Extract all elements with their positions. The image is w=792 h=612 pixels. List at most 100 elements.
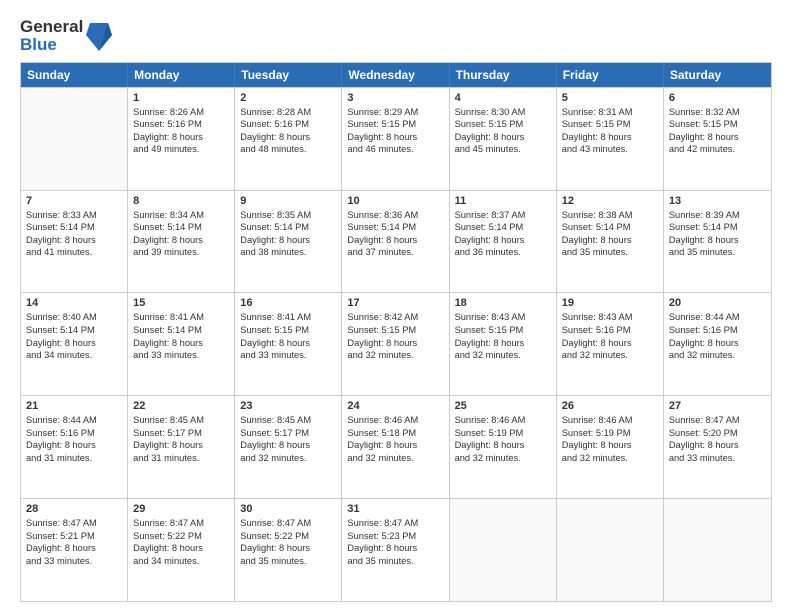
- calendar-cell: [557, 499, 664, 601]
- daylight-line2: and 33 minutes.: [240, 349, 336, 362]
- calendar-cell: [664, 499, 771, 601]
- logo-general: General: [20, 18, 83, 36]
- calendar-header-cell: Tuesday: [235, 63, 342, 87]
- sunset-line: Sunset: 5:15 PM: [347, 324, 443, 337]
- sunrise-line: Sunrise: 8:43 AM: [455, 311, 551, 324]
- daylight-line: Daylight: 8 hours: [240, 542, 336, 555]
- calendar-week: 14 Sunrise: 8:40 AM Sunset: 5:14 PM Dayl…: [21, 292, 771, 395]
- calendar-cell: 5 Sunrise: 8:31 AM Sunset: 5:15 PM Dayli…: [557, 88, 664, 190]
- logo-icon: [86, 21, 112, 53]
- daylight-line: Daylight: 8 hours: [562, 234, 658, 247]
- calendar-cell: 8 Sunrise: 8:34 AM Sunset: 5:14 PM Dayli…: [128, 191, 235, 293]
- daylight-line: Daylight: 8 hours: [562, 337, 658, 350]
- calendar-cell: 9 Sunrise: 8:35 AM Sunset: 5:14 PM Dayli…: [235, 191, 342, 293]
- sunset-line: Sunset: 5:14 PM: [26, 324, 122, 337]
- sunset-line: Sunset: 5:15 PM: [240, 324, 336, 337]
- daylight-line: Daylight: 8 hours: [455, 439, 551, 452]
- sunset-line: Sunset: 5:14 PM: [133, 221, 229, 234]
- day-number: 18: [455, 297, 551, 309]
- daylight-line2: and 35 minutes.: [562, 246, 658, 259]
- day-number: 24: [347, 400, 443, 412]
- daylight-line: Daylight: 8 hours: [26, 439, 122, 452]
- calendar-header-cell: Friday: [557, 63, 664, 87]
- daylight-line: Daylight: 8 hours: [133, 439, 229, 452]
- calendar-cell: 26 Sunrise: 8:46 AM Sunset: 5:19 PM Dayl…: [557, 396, 664, 498]
- calendar-cell: 28 Sunrise: 8:47 AM Sunset: 5:21 PM Dayl…: [21, 499, 128, 601]
- sunrise-line: Sunrise: 8:29 AM: [347, 106, 443, 119]
- daylight-line2: and 32 minutes.: [562, 452, 658, 465]
- daylight-line: Daylight: 8 hours: [455, 234, 551, 247]
- calendar-week: 1 Sunrise: 8:26 AM Sunset: 5:16 PM Dayli…: [21, 87, 771, 190]
- calendar-cell: 17 Sunrise: 8:42 AM Sunset: 5:15 PM Dayl…: [342, 293, 449, 395]
- daylight-line: Daylight: 8 hours: [26, 234, 122, 247]
- calendar-cell: 25 Sunrise: 8:46 AM Sunset: 5:19 PM Dayl…: [450, 396, 557, 498]
- calendar-cell: 13 Sunrise: 8:39 AM Sunset: 5:14 PM Dayl…: [664, 191, 771, 293]
- sunrise-line: Sunrise: 8:44 AM: [26, 414, 122, 427]
- daylight-line2: and 33 minutes.: [669, 452, 766, 465]
- daylight-line: Daylight: 8 hours: [669, 439, 766, 452]
- sunset-line: Sunset: 5:14 PM: [26, 221, 122, 234]
- daylight-line: Daylight: 8 hours: [133, 337, 229, 350]
- daylight-line: Daylight: 8 hours: [240, 234, 336, 247]
- calendar-cell: 30 Sunrise: 8:47 AM Sunset: 5:22 PM Dayl…: [235, 499, 342, 601]
- calendar-cell: 11 Sunrise: 8:37 AM Sunset: 5:14 PM Dayl…: [450, 191, 557, 293]
- sunset-line: Sunset: 5:16 PM: [133, 118, 229, 131]
- sunrise-line: Sunrise: 8:26 AM: [133, 106, 229, 119]
- daylight-line: Daylight: 8 hours: [26, 542, 122, 555]
- daylight-line2: and 32 minutes.: [240, 452, 336, 465]
- daylight-line2: and 38 minutes.: [240, 246, 336, 259]
- sunset-line: Sunset: 5:15 PM: [455, 324, 551, 337]
- sunrise-line: Sunrise: 8:41 AM: [133, 311, 229, 324]
- daylight-line2: and 32 minutes.: [347, 349, 443, 362]
- sunset-line: Sunset: 5:19 PM: [562, 427, 658, 440]
- day-number: 26: [562, 400, 658, 412]
- daylight-line: Daylight: 8 hours: [240, 131, 336, 144]
- daylight-line2: and 49 minutes.: [133, 143, 229, 156]
- daylight-line2: and 37 minutes.: [347, 246, 443, 259]
- calendar-cell: [450, 499, 557, 601]
- daylight-line: Daylight: 8 hours: [26, 337, 122, 350]
- daylight-line: Daylight: 8 hours: [669, 131, 766, 144]
- daylight-line2: and 31 minutes.: [133, 452, 229, 465]
- day-number: 11: [455, 195, 551, 207]
- daylight-line2: and 33 minutes.: [26, 555, 122, 568]
- sunrise-line: Sunrise: 8:30 AM: [455, 106, 551, 119]
- daylight-line: Daylight: 8 hours: [669, 337, 766, 350]
- daylight-line2: and 32 minutes.: [455, 452, 551, 465]
- calendar-cell: 19 Sunrise: 8:43 AM Sunset: 5:16 PM Dayl…: [557, 293, 664, 395]
- day-number: 17: [347, 297, 443, 309]
- daylight-line: Daylight: 8 hours: [347, 542, 443, 555]
- daylight-line2: and 46 minutes.: [347, 143, 443, 156]
- day-number: 30: [240, 503, 336, 515]
- calendar-cell: 18 Sunrise: 8:43 AM Sunset: 5:15 PM Dayl…: [450, 293, 557, 395]
- calendar-cell: 7 Sunrise: 8:33 AM Sunset: 5:14 PM Dayli…: [21, 191, 128, 293]
- page: General Blue SundayMondayTuesdayWednesda…: [0, 0, 792, 612]
- calendar-cell: 6 Sunrise: 8:32 AM Sunset: 5:15 PM Dayli…: [664, 88, 771, 190]
- daylight-line: Daylight: 8 hours: [347, 131, 443, 144]
- calendar-header: SundayMondayTuesdayWednesdayThursdayFrid…: [21, 63, 771, 87]
- day-number: 21: [26, 400, 122, 412]
- day-number: 3: [347, 92, 443, 104]
- sunset-line: Sunset: 5:22 PM: [133, 530, 229, 543]
- sunrise-line: Sunrise: 8:44 AM: [669, 311, 766, 324]
- day-number: 16: [240, 297, 336, 309]
- sunset-line: Sunset: 5:16 PM: [26, 427, 122, 440]
- calendar-week: 7 Sunrise: 8:33 AM Sunset: 5:14 PM Dayli…: [21, 190, 771, 293]
- sunrise-line: Sunrise: 8:38 AM: [562, 209, 658, 222]
- sunrise-line: Sunrise: 8:46 AM: [455, 414, 551, 427]
- calendar-cell: 27 Sunrise: 8:47 AM Sunset: 5:20 PM Dayl…: [664, 396, 771, 498]
- calendar-header-cell: Sunday: [21, 63, 128, 87]
- daylight-line: Daylight: 8 hours: [240, 337, 336, 350]
- daylight-line2: and 32 minutes.: [669, 349, 766, 362]
- day-number: 29: [133, 503, 229, 515]
- daylight-line: Daylight: 8 hours: [133, 234, 229, 247]
- sunset-line: Sunset: 5:14 PM: [562, 221, 658, 234]
- sunset-line: Sunset: 5:22 PM: [240, 530, 336, 543]
- sunset-line: Sunset: 5:15 PM: [347, 118, 443, 131]
- day-number: 13: [669, 195, 766, 207]
- sunset-line: Sunset: 5:20 PM: [669, 427, 766, 440]
- calendar-cell: 16 Sunrise: 8:41 AM Sunset: 5:15 PM Dayl…: [235, 293, 342, 395]
- sunset-line: Sunset: 5:15 PM: [455, 118, 551, 131]
- sunrise-line: Sunrise: 8:34 AM: [133, 209, 229, 222]
- day-number: 15: [133, 297, 229, 309]
